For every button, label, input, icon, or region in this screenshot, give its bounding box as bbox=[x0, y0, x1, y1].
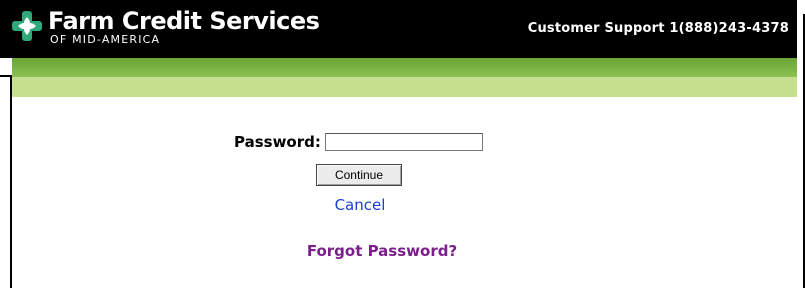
cancel-link[interactable]: Cancel bbox=[330, 196, 390, 214]
site-header: Farm Credit Services OF MID-AMERICA Cust… bbox=[0, 0, 797, 58]
logo-title: Farm Credit Services bbox=[48, 7, 320, 35]
header-band-dark bbox=[12, 58, 797, 77]
header-band-light bbox=[12, 77, 797, 97]
password-label: Password: bbox=[234, 133, 321, 151]
customer-support-text: Customer Support 1(888)243-4378 bbox=[527, 21, 789, 36]
login-form: Password: Continue Cancel Forgot Passwor… bbox=[12, 97, 797, 288]
logo-text: Farm Credit Services OF MID-AMERICA bbox=[48, 7, 320, 46]
continue-button[interactable]: Continue bbox=[316, 164, 402, 186]
password-row: Password: bbox=[234, 133, 483, 151]
forgot-password-link[interactable]: Forgot Password? bbox=[290, 242, 474, 260]
login-page: Farm Credit Services OF MID-AMERICA Cust… bbox=[0, 0, 805, 288]
password-input[interactable] bbox=[324, 133, 483, 151]
frame-divider bbox=[683, 0, 685, 14]
site-logo: Farm Credit Services OF MID-AMERICA bbox=[10, 7, 320, 49]
logo-subtitle: OF MID-AMERICA bbox=[50, 33, 161, 46]
farm-credit-cross-leaf-icon bbox=[12, 11, 42, 41]
